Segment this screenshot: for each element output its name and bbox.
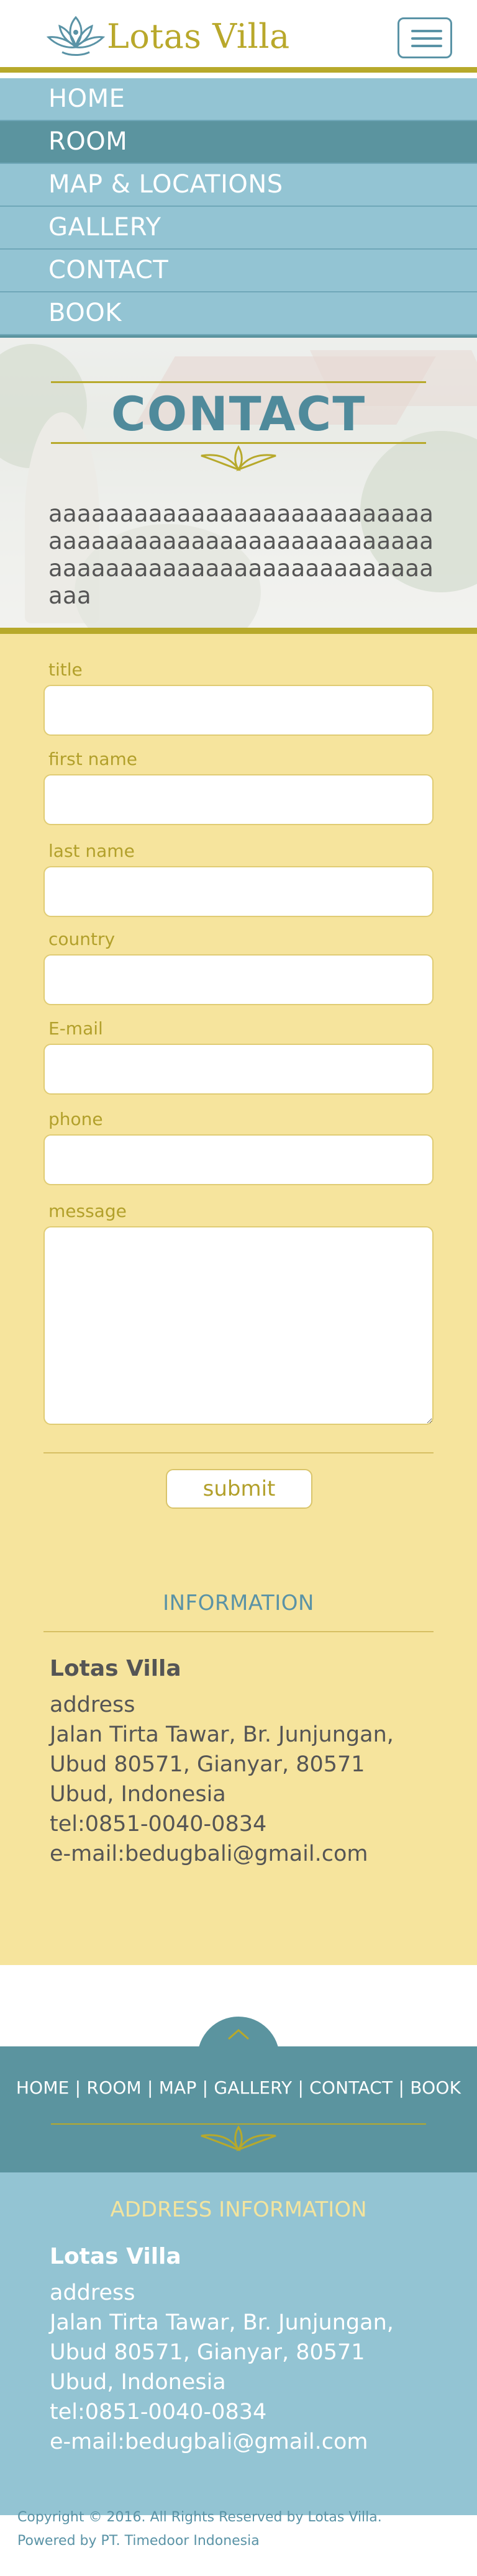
footer-link-book[interactable]: BOOK [410, 2077, 461, 2098]
information-name: Lotas Villa [50, 1656, 181, 1681]
form-divider [43, 1452, 434, 1453]
hero-banner: CONTACT aaaaaaaaaaaaaaaaaaaaaaaaaaaaaaaa… [0, 338, 477, 628]
logo[interactable]: Lotas Villa [43, 11, 290, 61]
footer-separator: | [196, 2077, 214, 2098]
footer-link-home[interactable]: HOME [16, 2077, 70, 2098]
main-nav: HOME ROOM MAP & LOCATIONS GALLERY CONTAC… [0, 78, 477, 341]
footer-separator: | [298, 2077, 310, 2098]
footer-separator: | [69, 2077, 87, 2098]
nav-item-home[interactable]: HOME [0, 78, 477, 121]
hamburger-menu-button[interactable] [398, 17, 452, 58]
footer-link-map[interactable]: MAP [159, 2077, 197, 2098]
message-label: message [48, 1201, 127, 1221]
nav-item-book[interactable]: BOOK [0, 292, 477, 335]
footer-name: Lotas Villa [50, 2244, 181, 2269]
footer-address-section: ADDRESS INFORMATION Lotas Villa address … [0, 2172, 477, 2515]
title-input[interactable] [43, 685, 434, 736]
country-label: country [48, 929, 116, 949]
nav-item-gallery[interactable]: GALLERY [0, 207, 477, 250]
first-name-label: first name [48, 749, 138, 769]
hamburger-bar [411, 37, 442, 40]
message-textarea[interactable] [43, 1226, 434, 1425]
footer-link-gallery[interactable]: GALLERY [214, 2077, 298, 2098]
email-label: E-mail [48, 1018, 103, 1039]
footer-links: HOME | ROOM | MAP | GALLERY | CONTACT | … [0, 2077, 477, 2098]
chevron-up-icon [228, 2029, 249, 2040]
footer-link-contact[interactable]: CONTACT [309, 2077, 393, 2098]
phone-label: phone [48, 1109, 103, 1129]
footer-nav: HOME | ROOM | MAP | GALLERY | CONTACT | … [0, 2046, 477, 2172]
lotus-icon [46, 16, 106, 56]
powered-by-line: Powered by PT. Timedoor Indonesia [17, 2533, 260, 2549]
first-name-input[interactable] [43, 774, 434, 825]
footer-email: e-mail:bedugbali@gmail.com [50, 2429, 368, 2454]
title-label: title [48, 659, 83, 680]
leaf-ornament-icon [201, 2125, 276, 2151]
footer-address: Jalan Tirta Tawar, Br. Junjungan, Ubud 8… [50, 2310, 394, 2395]
leaf-ornament-icon [201, 445, 276, 471]
page: Lotas Villa HOME ROOM MAP & LOCATIONS GA… [0, 0, 477, 2576]
nav-item-room[interactable]: ROOM [0, 121, 477, 164]
hero-text: aaaaaaaaaaaaaaaaaaaaaaaaaaaaaaaaaaaaaaaa… [48, 500, 434, 609]
submit-button[interactable]: submit [166, 1469, 312, 1509]
information-divider [43, 1631, 434, 1632]
contact-form-section: title first name last name country E-mai… [0, 634, 477, 1965]
nav-item-map-locations[interactable]: MAP & LOCATIONS [0, 164, 477, 207]
footer-separator: | [393, 2077, 411, 2098]
footer-separator: | [141, 2077, 159, 2098]
information-address-label: address [50, 1692, 135, 1717]
hero-bottom-border [0, 628, 477, 634]
last-name-input[interactable] [43, 866, 434, 917]
information-address: Jalan Tirta Tawar, Br. Junjungan, Ubud 8… [50, 1722, 394, 1807]
country-input[interactable] [43, 954, 434, 1005]
footer-tel: tel:0851-0040-0834 [50, 2400, 267, 2425]
hero-top-line [51, 381, 426, 383]
address-information-title: ADDRESS INFORMATION [110, 2197, 367, 2222]
footer-link-room[interactable]: ROOM [86, 2077, 142, 2098]
hamburger-bar [411, 30, 442, 32]
information-title: INFORMATION [163, 1591, 314, 1616]
nav-item-contact[interactable]: CONTACT [0, 250, 477, 292]
phone-input[interactable] [43, 1134, 434, 1185]
footer-address-label: address [50, 2280, 135, 2305]
page-title: CONTACT [111, 386, 366, 441]
email-input[interactable] [43, 1044, 434, 1095]
site-header: Lotas Villa [0, 0, 477, 73]
information-tel: tel:0851-0040-0834 [50, 1812, 267, 1837]
last-name-label: last name [48, 841, 135, 861]
copyright-line: Copyright © 2016. All Rights Reserved by… [17, 2510, 382, 2525]
hamburger-bar [411, 45, 442, 47]
information-email: e-mail:bedugbali@gmail.com [50, 1842, 368, 1866]
information-block: Lotas Villa address Jalan Tirta Tawar, B… [50, 1654, 435, 1869]
hero-bottom-line [51, 442, 426, 444]
logo-text: Lotas Villa [107, 16, 290, 56]
footer-address-block: Lotas Villa address Jalan Tirta Tawar, B… [50, 2242, 435, 2457]
copyright: Copyright © 2016. All Rights Reserved by… [17, 2506, 465, 2553]
